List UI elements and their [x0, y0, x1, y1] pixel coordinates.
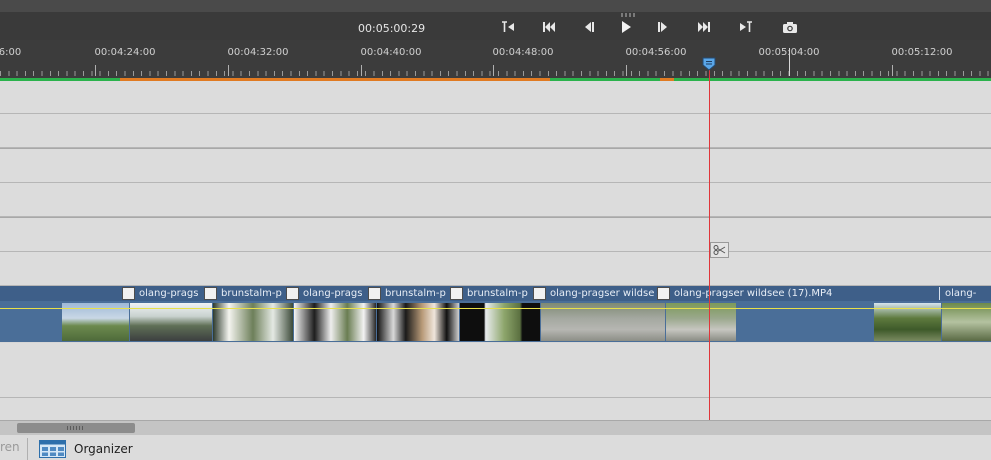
timeline-tracks — [0, 81, 991, 422]
video-clip[interactable]: olang- — [939, 286, 991, 301]
video-clip-header[interactable] — [0, 286, 122, 301]
clip-label: olang-prags — [303, 288, 363, 299]
playhead-line — [709, 60, 710, 420]
horizontal-scrollbar[interactable] — [0, 420, 991, 435]
video-track[interactable]: olang-prags brunstalm-p olang-prags brun… — [0, 286, 991, 342]
scrollbar-thumb[interactable] — [17, 423, 135, 433]
step-back-icon — [585, 22, 594, 32]
partial-tab-label[interactable]: ren — [0, 440, 20, 454]
transition-icon — [122, 287, 135, 300]
camera-icon — [783, 21, 797, 33]
organizer-button[interactable]: Organizer — [39, 438, 133, 460]
playhead-handle-icon[interactable] — [702, 57, 716, 71]
video-clip[interactable]: olang-prags — [122, 286, 204, 301]
ruler-major-tick — [228, 65, 229, 76]
video-clip[interactable]: brunstalm-p — [450, 286, 533, 301]
video-clip[interactable]: olang-pragser wildsee (17).MP4 — [657, 286, 939, 301]
ruler-label: 00:04:32:00 — [227, 47, 289, 58]
ruler-minor-ticks — [0, 71, 991, 76]
next-edit-icon — [698, 22, 710, 32]
video-clip[interactable]: olang-pragser wildse — [533, 286, 657, 301]
ruler-marker-line — [789, 48, 790, 76]
transition-icon — [368, 287, 381, 300]
transition-icon — [204, 287, 217, 300]
ruler-label: 6:00 — [0, 47, 22, 58]
clip-label: brunstalm-p — [467, 288, 528, 299]
track[interactable] — [0, 218, 991, 252]
video-clip[interactable]: olang-prags — [286, 286, 368, 301]
track[interactable] — [0, 252, 991, 286]
video-clip[interactable]: brunstalm-p — [204, 286, 286, 301]
ruler-major-tick — [95, 65, 96, 76]
bottom-bar: ren Organizer — [0, 435, 991, 460]
clip-label: olang-pragser wildsee (17).MP4 — [674, 288, 833, 299]
time-ruler[interactable]: 6:00 00:04:24:00 00:04:32:00 00:04:40:00… — [0, 40, 991, 80]
goto-end-icon — [740, 21, 752, 32]
scrollbar-grip — [67, 426, 85, 430]
panel-top-strip — [0, 0, 991, 12]
transition-icon — [533, 287, 546, 300]
snapshot-button[interactable] — [780, 18, 800, 36]
ruler-major-tick — [493, 65, 494, 76]
goto-end-button[interactable] — [736, 18, 756, 36]
previous-edit-button[interactable] — [539, 18, 559, 36]
ruler-label: 00:04:56:00 — [625, 47, 687, 58]
transition-icon — [657, 287, 670, 300]
clip-label: brunstalm-p — [385, 288, 446, 299]
ruler-major-tick — [626, 65, 627, 76]
play-button[interactable] — [616, 18, 636, 36]
track[interactable] — [0, 149, 991, 183]
clip-label: olang-pragser wildse — [550, 288, 655, 299]
step-forward-button[interactable] — [653, 18, 673, 36]
video-clip[interactable]: brunstalm-p — [368, 286, 450, 301]
track[interactable] — [0, 398, 991, 422]
track[interactable] — [0, 114, 991, 148]
current-timecode[interactable]: 00:05:00:29 — [358, 22, 425, 35]
ruler-major-tick — [892, 65, 893, 76]
clip-label: olang-prags — [139, 288, 199, 299]
bottom-bar-divider — [27, 438, 28, 460]
transition-icon — [286, 287, 299, 300]
organizer-label: Organizer — [74, 442, 133, 456]
next-edit-button[interactable] — [694, 18, 714, 36]
panel-resize-grip[interactable] — [621, 13, 635, 17]
clip-label: brunstalm-p — [221, 288, 282, 299]
ruler-major-tick — [361, 65, 362, 76]
transport-bar: 00:05:00:29 — [0, 12, 991, 40]
track[interactable] — [0, 81, 991, 114]
transition-icon — [450, 287, 463, 300]
previous-edit-icon — [543, 22, 555, 32]
ruler-label: 00:05:12:00 — [891, 47, 953, 58]
volume-line[interactable] — [0, 308, 991, 309]
track[interactable] — [0, 343, 991, 398]
clip-label: olang- — [945, 288, 977, 299]
scissors-icon[interactable] — [710, 242, 729, 258]
goto-start-button[interactable] — [498, 18, 518, 36]
ruler-label: 00:04:48:00 — [492, 47, 554, 58]
step-forward-icon — [658, 22, 667, 32]
ruler-label: 00:04:40:00 — [360, 47, 422, 58]
organizer-icon — [39, 440, 66, 458]
goto-start-icon — [502, 21, 514, 32]
track[interactable] — [0, 183, 991, 217]
ruler-label: 00:04:24:00 — [94, 47, 156, 58]
play-icon — [622, 21, 631, 33]
step-back-button[interactable] — [579, 18, 599, 36]
